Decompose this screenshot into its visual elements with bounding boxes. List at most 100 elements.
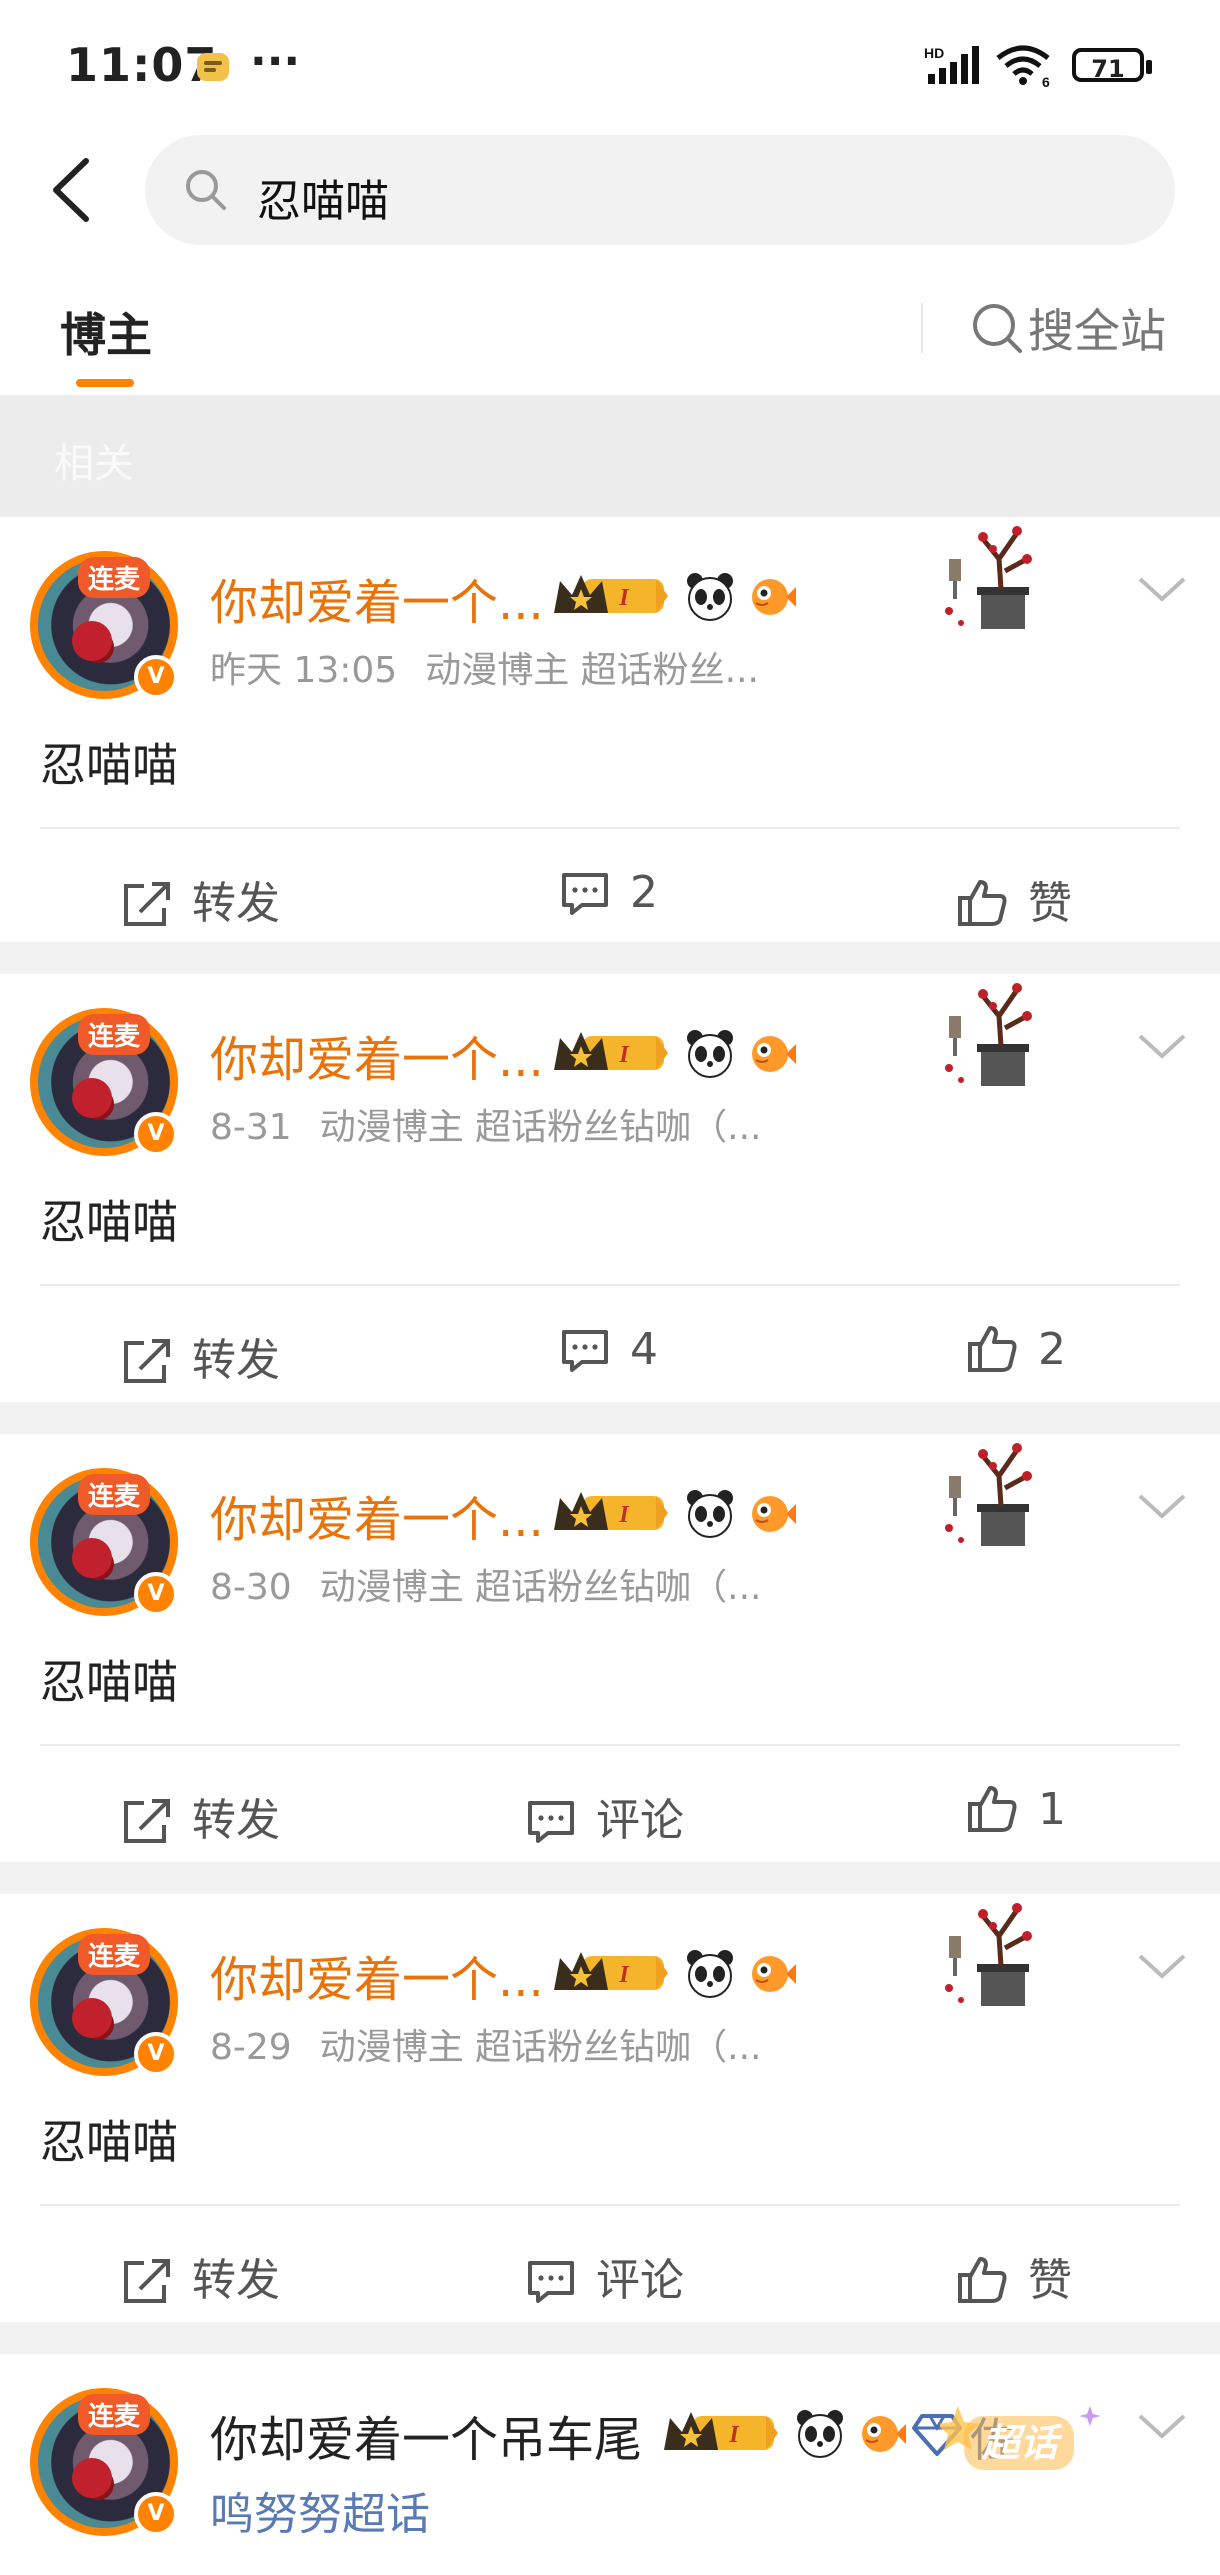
post-content[interactable]: 忍喵喵 <box>40 1646 178 1712</box>
plum-blossom-decoration-icon <box>945 1903 1032 2006</box>
repost-icon <box>124 1339 170 1383</box>
nickname[interactable]: 你却爱着一个... <box>210 1940 544 2010</box>
crown-level-badge-icon: I <box>554 1952 668 1990</box>
badge-level: I <box>618 1962 630 1988</box>
thumbs-up-icon <box>958 2257 1007 2303</box>
avatar[interactable]: 连麦 V <box>30 1928 178 2076</box>
comment-button[interactable]: 评论 <box>526 2244 684 2308</box>
filter-label[interactable]: 相关 <box>54 431 134 489</box>
search-all-icon <box>973 304 1022 353</box>
list-item[interactable]: 连麦 V 你却爱着一个吊车尾 I 佐 超话 鸣努努超话 <box>0 2354 1220 2575</box>
search-input[interactable]: 忍喵喵 <box>145 135 1175 245</box>
live-tag: 连麦 <box>78 1474 151 1515</box>
nickname[interactable]: 你却爱着一个吊车尾 <box>210 2400 642 2470</box>
wifi-icon: 6 <box>996 45 1050 88</box>
tab-bar: 博主 搜全站 <box>0 255 1220 395</box>
panda-icon <box>687 1950 733 1998</box>
status-bar: 11:07 ··· HD 6 71 <box>0 0 1220 125</box>
repost-icon <box>124 1799 170 1843</box>
comment-button[interactable]: 4 <box>560 1324 658 1375</box>
chevron-down-icon[interactable] <box>1138 1032 1186 1062</box>
like-label: 1 <box>1038 1784 1066 1835</box>
live-tag: 连麦 <box>78 1934 151 1975</box>
user-desc: 动漫博主 超话粉丝钻咖（... <box>319 2027 762 2068</box>
chevron-down-icon[interactable] <box>1138 2412 1186 2442</box>
post-meta: 昨天 13:05 动漫博主 超话粉丝... <box>210 641 759 693</box>
battery-indicator: 71 <box>1072 48 1152 83</box>
repost-icon <box>124 2259 170 2303</box>
pufferfish-icon <box>752 579 796 615</box>
post-time: 8-30 <box>210 1567 292 1608</box>
post-separator <box>0 1402 1220 1434</box>
super-topic-link[interactable]: 鸣努努超话 <box>210 2478 430 2542</box>
chevron-down-icon[interactable] <box>1138 1952 1186 1982</box>
tab-divider <box>921 303 923 353</box>
post-content[interactable]: 忍喵喵 <box>40 729 178 795</box>
list-item[interactable]: 连麦 V 你却爱着一个... I 8-30 动漫博主 超话粉丝钻咖（... 忍喵喵… <box>0 1434 1220 1862</box>
post-meta: 8-29 动漫博主 超话粉丝钻咖（... <box>210 2018 761 2070</box>
comment-button[interactable]: 评论 <box>526 1784 684 1848</box>
verified-badge: V <box>134 655 178 699</box>
wifi-label: 6 <box>1042 74 1050 88</box>
comment-icon <box>562 1330 608 1372</box>
repost-icon <box>124 882 170 926</box>
post-time: 8-29 <box>210 2027 292 2068</box>
repost-button[interactable]: 转发 <box>122 1324 280 1388</box>
list-item[interactable]: 连麦 V 你却爱着一个... I 8-31 动漫博主 超话粉丝钻咖（... 忍喵喵… <box>0 974 1220 1402</box>
like-button[interactable]: 2 <box>966 1324 1066 1375</box>
repost-label: 转发 <box>192 2255 280 2306</box>
tab-bloggers[interactable]: 博主 <box>60 299 152 365</box>
post-content[interactable]: 忍喵喵 <box>40 1186 178 1252</box>
list-item[interactable]: 连麦 V 你却爱着一个... I 8-29 动漫博主 超话粉丝钻咖（... 忍喵喵… <box>0 1894 1220 2322</box>
like-label: 赞 <box>1028 878 1072 929</box>
notification-app-icon <box>197 53 229 81</box>
like-button[interactable]: 赞 <box>956 2244 1072 2308</box>
pufferfish-icon <box>752 1036 796 1072</box>
comment-label: 评论 <box>596 1795 684 1846</box>
nickname[interactable]: 你却爱着一个... <box>210 563 544 633</box>
list-item[interactable]: 连麦 V 你却爱着一个... I 昨天 13:05 动漫博主 超话粉丝... 忍喵… <box>0 517 1220 942</box>
thumbs-up-icon <box>968 1786 1017 1832</box>
comment-button[interactable]: 2 <box>560 867 658 918</box>
divider <box>40 2204 1180 2206</box>
nickname[interactable]: 你却爱着一个... <box>210 1020 544 1090</box>
plum-blossom-decoration-icon <box>945 1443 1032 1546</box>
pufferfish-icon <box>862 2416 906 2452</box>
signal-icon: HD <box>924 45 979 84</box>
live-tag: 连麦 <box>78 557 151 598</box>
panda-icon <box>687 1030 733 1078</box>
crown-level-badge-icon: I <box>664 2412 778 2450</box>
comment-label: 4 <box>630 1324 658 1375</box>
nickname[interactable]: 你却爱着一个... <box>210 1480 544 1550</box>
crown-level-badge-icon: I <box>554 1492 668 1530</box>
repost-button[interactable]: 转发 <box>122 867 280 931</box>
avatar[interactable]: 连麦 V <box>30 2388 178 2536</box>
avatar[interactable]: 连麦 V <box>30 1008 178 1156</box>
chevron-down-icon[interactable] <box>1138 1492 1186 1522</box>
divider <box>40 827 1180 829</box>
search-query: 忍喵喵 <box>257 176 389 227</box>
like-button[interactable]: 赞 <box>956 867 1072 931</box>
comment-icon <box>528 1801 574 1843</box>
post-meta: 8-30 动漫博主 超话粉丝钻咖（... <box>210 1558 761 1610</box>
panda-icon <box>797 2410 843 2458</box>
avatar[interactable]: 连麦 V <box>30 1468 178 1616</box>
repost-button[interactable]: 转发 <box>122 1784 280 1848</box>
comment-label: 2 <box>630 867 658 918</box>
repost-button[interactable]: 转发 <box>122 2244 280 2308</box>
post-content[interactable]: 忍喵喵 <box>40 2106 178 2172</box>
chevron-down-icon[interactable] <box>1138 575 1186 605</box>
divider <box>40 1744 1180 1746</box>
more-notifications-icon: ··· <box>250 36 301 87</box>
avatar[interactable]: 连麦 V <box>30 551 178 699</box>
like-label: 赞 <box>1028 2255 1072 2306</box>
crown-level-badge-icon: I <box>554 575 668 613</box>
back-arrow-icon[interactable] <box>44 155 104 225</box>
search-all-button[interactable]: 搜全站 <box>970 295 1166 361</box>
tab-active-indicator <box>76 379 134 387</box>
super-topic-badge-label: 超话 <box>981 2421 1063 2465</box>
like-button[interactable]: 1 <box>966 1784 1066 1835</box>
user-desc: 动漫博主 超话粉丝钻咖（... <box>319 1567 762 1608</box>
search-all-label: 搜全站 <box>1028 304 1166 358</box>
panda-icon <box>687 573 733 621</box>
